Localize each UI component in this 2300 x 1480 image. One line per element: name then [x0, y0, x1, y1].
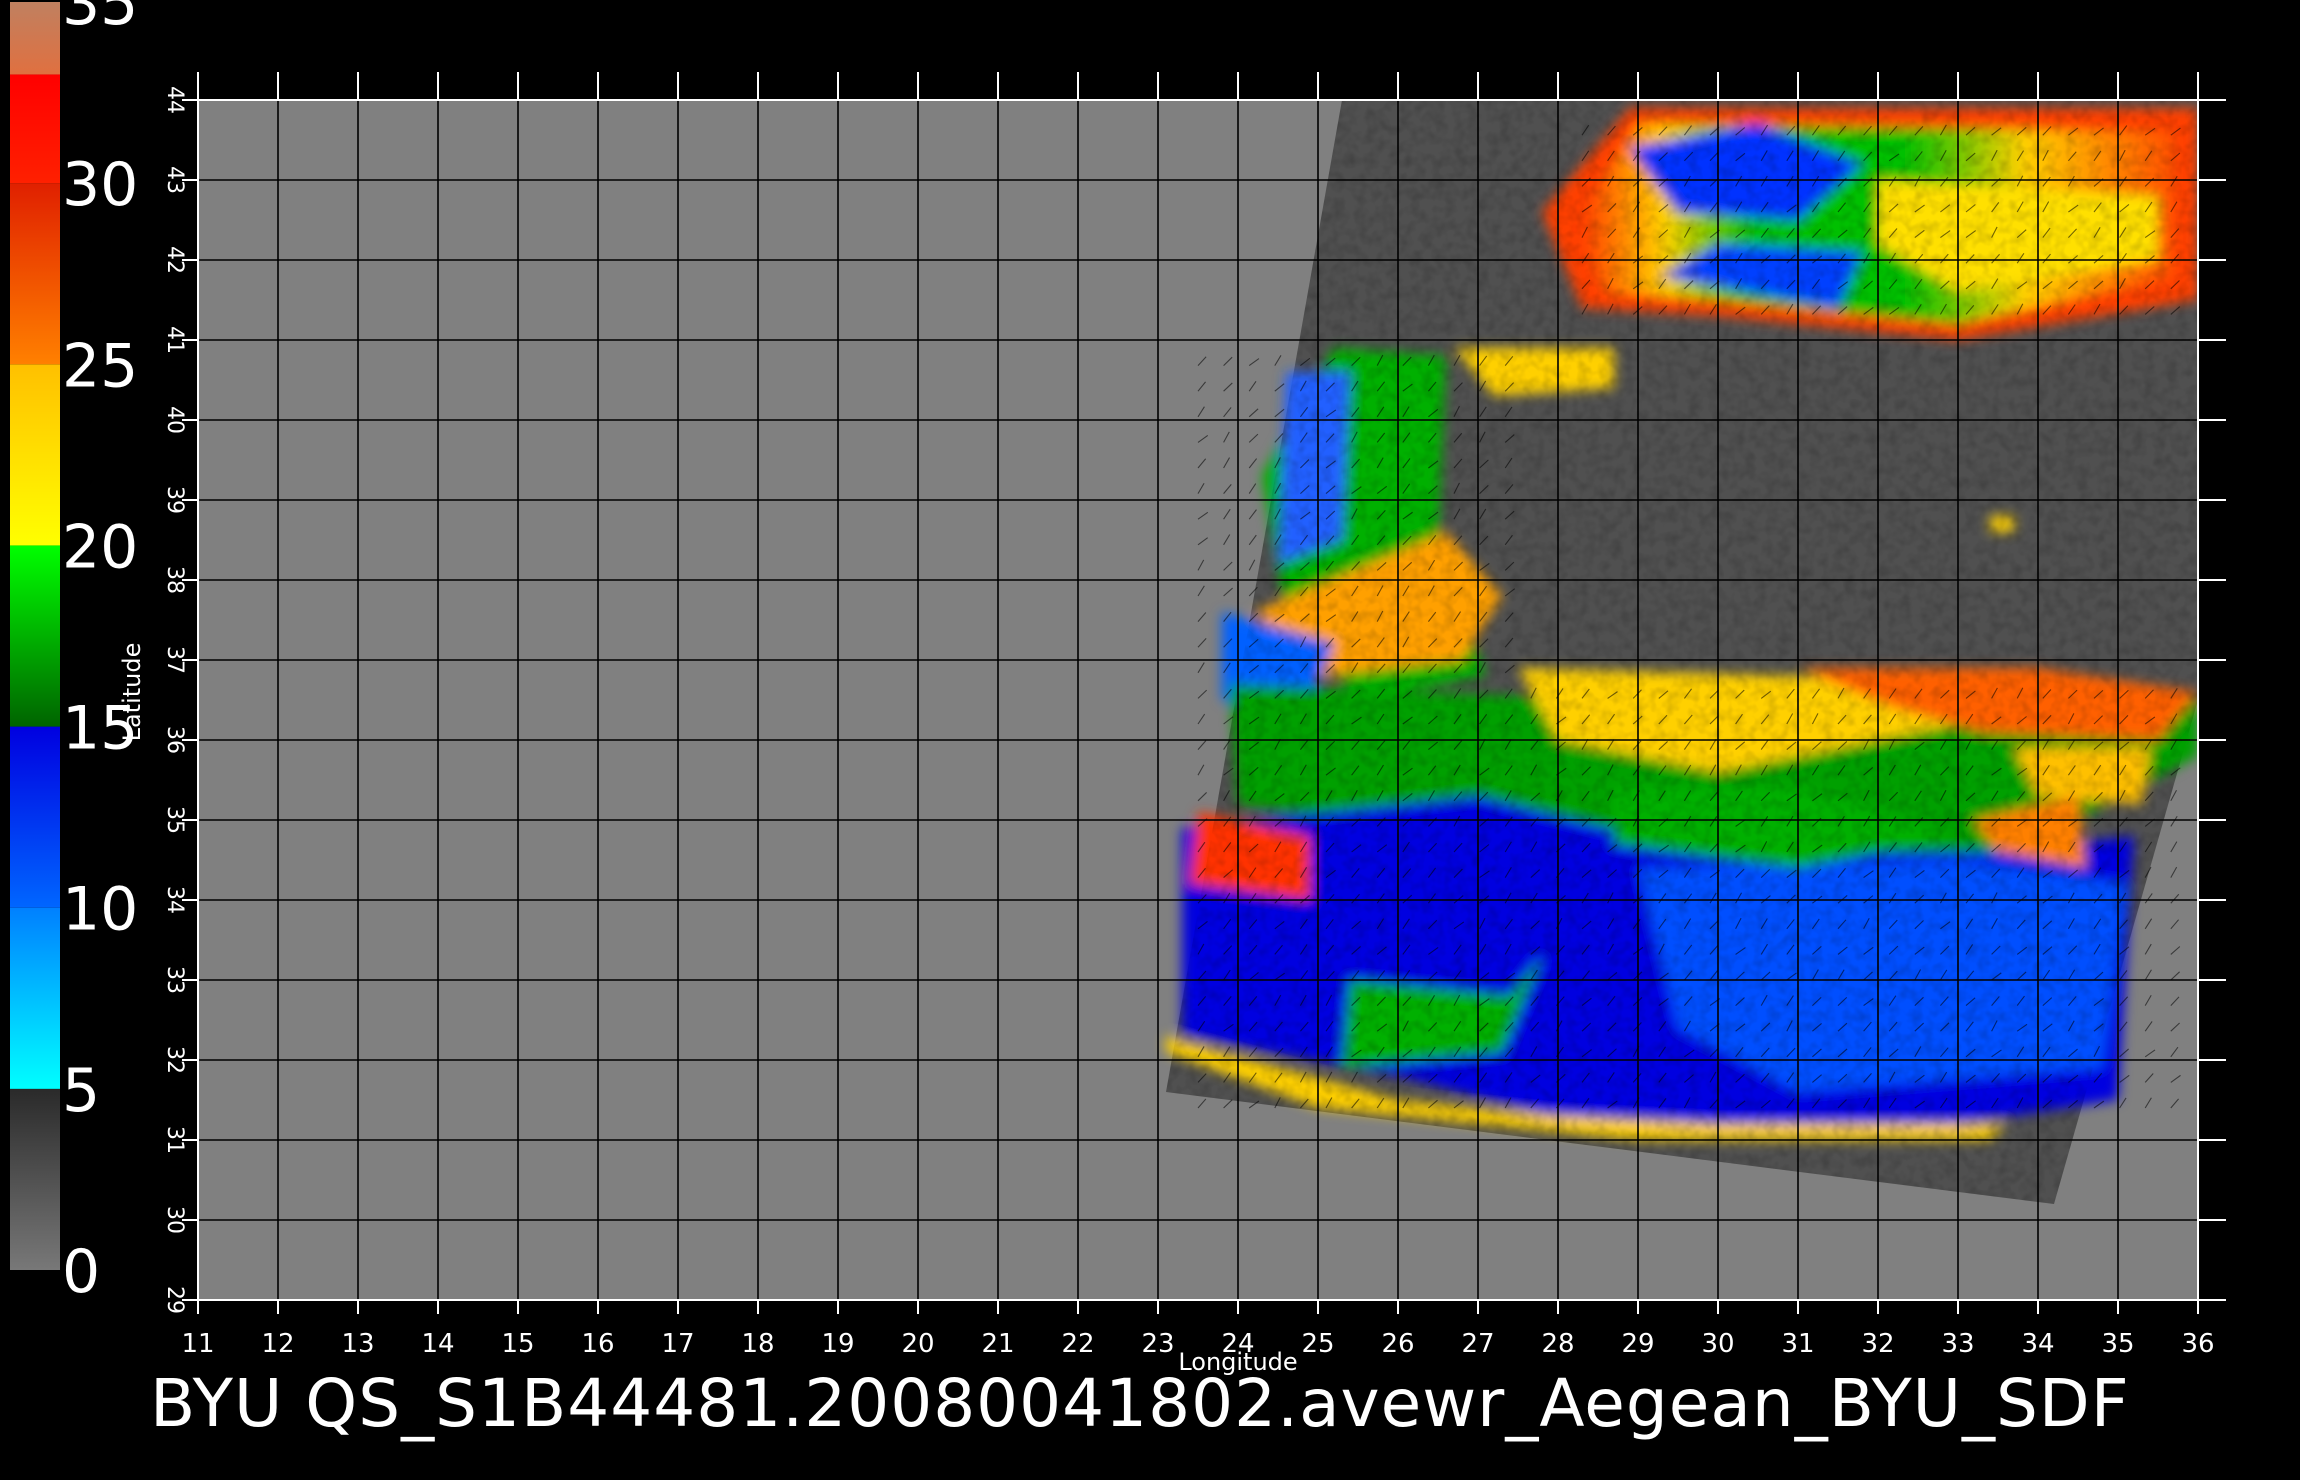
y-tick-label: 41: [162, 326, 187, 354]
colorbar: [10, 2, 60, 1270]
y-tick-label: 44: [162, 86, 187, 114]
x-tick-label: 19: [821, 1329, 854, 1359]
y-tick-label: 35: [162, 806, 187, 834]
y-tick-labels: 29 30 31 32 33 34 35 36 37 38 39 40 41 42 43 44: [162, 86, 187, 1314]
x-tick-label: 14: [421, 1329, 454, 1359]
colorbar-tick-label: 5: [62, 1056, 100, 1126]
x-tick-label: 33: [1941, 1329, 1974, 1359]
x-tick-label: 23: [1141, 1329, 1174, 1359]
x-tick-label: 17: [661, 1329, 694, 1359]
x-tick-label: 20: [901, 1329, 934, 1359]
colorbar-segment: [10, 2, 60, 75]
x-tick-label: 32: [1861, 1329, 1894, 1359]
x-tick-label: 25: [1301, 1329, 1334, 1359]
colorbar-segment: [10, 545, 60, 727]
colorbar-segment: [10, 74, 60, 184]
y-tick-label: 38: [162, 566, 187, 594]
x-tick-label: 13: [341, 1329, 374, 1359]
colorbar-tick-label: 0: [62, 1237, 100, 1307]
colorbar-segment: [10, 726, 60, 908]
x-tick-label: 26: [1381, 1329, 1414, 1359]
y-tick-label: 32: [162, 1046, 187, 1074]
y-axis-label: Latitude: [118, 643, 146, 742]
colorbar-segment: [10, 364, 60, 546]
x-tick-label: 36: [2181, 1329, 2214, 1359]
colorbar-tick-label: 30: [62, 150, 138, 220]
y-tick-label: 36: [162, 726, 187, 754]
x-tick-label: 18: [741, 1329, 774, 1359]
x-tick-label: 11: [181, 1329, 214, 1359]
y-tick-label: 42: [162, 246, 187, 274]
y-tick-label: 37: [162, 646, 187, 674]
y-tick-label: 43: [162, 166, 187, 194]
x-tick-label: 21: [981, 1329, 1014, 1359]
y-tick-label: 29: [162, 1286, 187, 1314]
colorbar-tick-label: 35: [62, 0, 138, 39]
x-tick-label: 34: [2021, 1329, 2054, 1359]
y-tick-label: 33: [162, 966, 187, 994]
x-tick-label: 12: [261, 1329, 294, 1359]
x-tick-label: 29: [1621, 1329, 1654, 1359]
x-tick-label: 15: [501, 1329, 534, 1359]
x-tick-label: 16: [581, 1329, 614, 1359]
x-tick-label: 22: [1061, 1329, 1094, 1359]
wind-speed-chart: 35302520151050 11 12 13 14 15 16 17 18 19 20 21 22 2…: [10, 0, 2226, 1376]
x-tick-label: 31: [1781, 1329, 1814, 1359]
chart-title: BYU QS_S1B44481.20080041802.avewr_Aegean…: [150, 1365, 2130, 1442]
colorbar-tick-label: 10: [62, 875, 138, 945]
y-tick-label: 39: [162, 486, 187, 514]
y-tick-label: 40: [162, 406, 187, 434]
y-tick-label: 30: [162, 1206, 187, 1234]
colorbar-segment: [10, 907, 60, 1089]
x-tick-label: 27: [1461, 1329, 1494, 1359]
colorbar-tick-label: 20: [62, 512, 138, 582]
colorbar-segment: [10, 183, 60, 365]
x-tick-label: 30: [1701, 1329, 1734, 1359]
x-tick-label: 35: [2101, 1329, 2134, 1359]
y-tick-label: 34: [162, 886, 187, 914]
colorbar-segment: [10, 1088, 60, 1270]
wind-field: [1166, 100, 2198, 1204]
x-tick-label: 28: [1541, 1329, 1574, 1359]
y-tick-label: 31: [162, 1126, 187, 1154]
colorbar-tick-label: 25: [62, 331, 138, 401]
